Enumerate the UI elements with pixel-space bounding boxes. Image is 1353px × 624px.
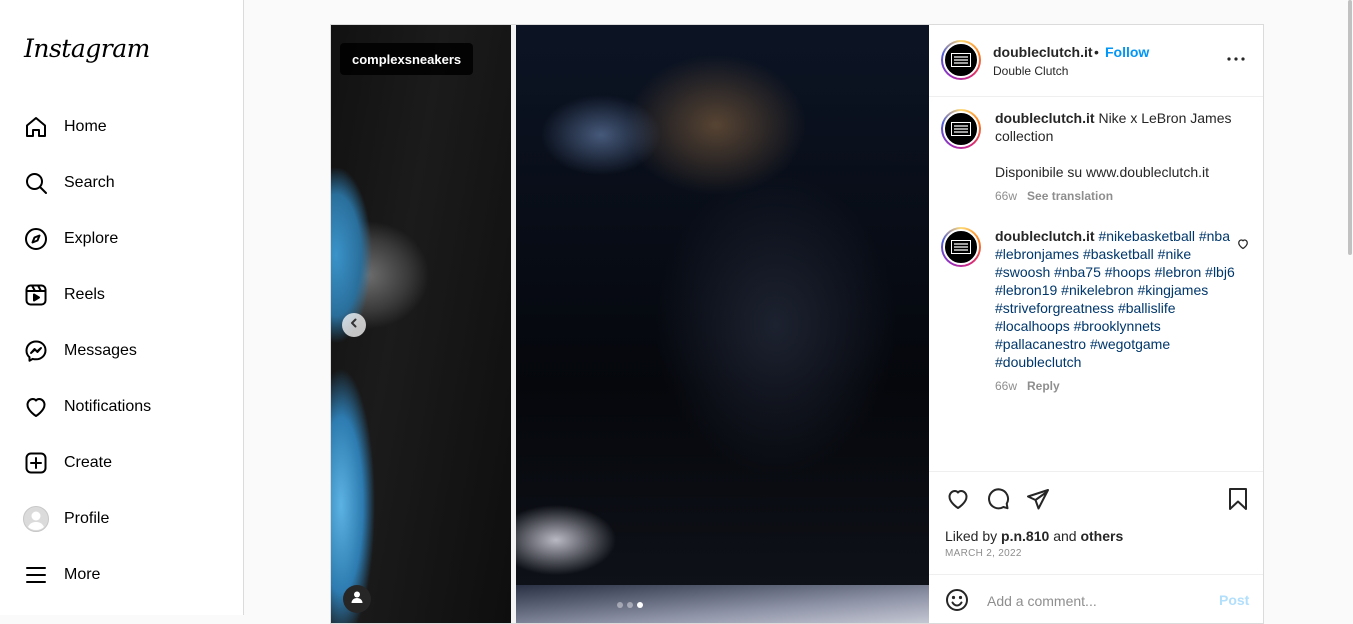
sidebar-item-explore[interactable]: Explore (0, 211, 243, 267)
comment-input[interactable] (985, 589, 1209, 613)
messenger-icon (23, 338, 49, 364)
author-subtitle[interactable]: Double Clutch (993, 64, 1068, 78)
avatar-logo (943, 111, 979, 147)
author-avatar[interactable] (941, 109, 981, 149)
likes-user[interactable]: p.n.810 (1001, 528, 1049, 544)
avatar-icon (23, 506, 49, 532)
share-icon[interactable] (1025, 486, 1051, 512)
image-floor-highlight (516, 585, 929, 623)
avatar-logo (943, 229, 979, 265)
page-scrollbar[interactable] (1347, 0, 1353, 615)
avatar-logo (943, 42, 979, 78)
reply-link[interactable]: Reply (1027, 379, 1060, 393)
sidebar-item-reels[interactable]: Reels (0, 267, 243, 323)
sidebar-item-label: Reels (64, 286, 105, 303)
post-modal: complexsneakers doubleclutch.it • Follow… (330, 24, 1264, 624)
sidebar-item-search[interactable]: Search (0, 155, 243, 211)
post-media-carousel[interactable]: complexsneakers (331, 25, 929, 623)
comments-list[interactable]: doubleclutch.it Nike x LeBron James coll… (929, 97, 1263, 471)
emoji-icon[interactable] (945, 588, 971, 614)
scrollbar-thumb[interactable] (1348, 0, 1352, 255)
comment-meta: 66w Reply (995, 377, 1235, 395)
carousel-dot (617, 602, 623, 608)
post-details-pane: doubleclutch.it • Follow Double Clutch d… (929, 25, 1263, 623)
sidebar-item-more[interactable]: More (0, 547, 243, 603)
menu-icon (23, 562, 49, 588)
comment-icon[interactable] (985, 486, 1011, 512)
comment-item: doubleclutch.it #nikebasketball #nba #le… (941, 227, 1251, 427)
save-bookmark-icon[interactable] (1225, 486, 1251, 512)
sidebar: Instagram Home Search Explore Reels Mess… (0, 0, 244, 615)
sidebar-item-messages[interactable]: Messages (0, 323, 243, 379)
add-comment-bar: Post (929, 574, 1263, 623)
caption-age: 66w (995, 189, 1018, 203)
post-image (516, 25, 929, 623)
comment-like-icon[interactable] (1237, 237, 1249, 255)
sidebar-item-home[interactable]: Home (0, 99, 243, 155)
likes-conj: and (1053, 528, 1077, 544)
carousel-previous-button[interactable] (342, 313, 366, 337)
sidebar-item-label: Messages (64, 342, 137, 359)
home-icon (23, 114, 49, 140)
post-actions: Liked by p.n.810 and others MARCH 2, 202… (929, 471, 1263, 623)
sidebar-item-notifications[interactable]: Notifications (0, 379, 243, 435)
user-icon (350, 590, 364, 609)
search-icon (23, 170, 49, 196)
sidebar-item-label: Explore (64, 230, 119, 247)
carousel-dot (627, 602, 633, 608)
caption-meta: 66w See translation (995, 187, 1235, 205)
see-translation-link[interactable]: See translation (1027, 189, 1113, 203)
sidebar-item-create[interactable]: Create (0, 435, 243, 491)
post-header: doubleclutch.it • Follow Double Clutch (929, 25, 1263, 97)
plus-square-icon (23, 450, 49, 476)
tagged-users-button[interactable] (343, 585, 371, 613)
caption-line2: Disponibile su www.doubleclutch.it (995, 164, 1209, 180)
sidebar-item-label: Search (64, 174, 115, 191)
likes-summary[interactable]: Liked by p.n.810 and others (945, 528, 1123, 544)
author-username[interactable]: doubleclutch.it (993, 44, 1093, 60)
separator-dot: • (1094, 44, 1099, 60)
comment-body: doubleclutch.it #nikebasketball #nba #le… (995, 227, 1235, 395)
caption-username[interactable]: doubleclutch.it (995, 110, 1095, 126)
likes-prefix: Liked by (945, 528, 998, 544)
sidebar-nav: Home Search Explore Reels Messages Notif… (0, 99, 243, 603)
reels-icon (23, 282, 49, 308)
caption-comment: doubleclutch.it Nike x LeBron James coll… (941, 109, 1251, 219)
commenter-avatar[interactable] (941, 227, 981, 267)
follow-button[interactable]: Follow (1105, 44, 1149, 60)
like-icon[interactable] (945, 486, 971, 512)
tagged-account-badge[interactable]: complexsneakers (340, 43, 474, 75)
chevron-left-icon (348, 316, 360, 334)
caption-body: doubleclutch.it Nike x LeBron James coll… (995, 109, 1235, 205)
carousel-indicator (617, 602, 643, 608)
compass-icon (23, 226, 49, 252)
sidebar-item-label: Create (64, 454, 113, 471)
post-date[interactable]: MARCH 2, 2022 (945, 548, 1022, 559)
sidebar-item-label: Home (64, 118, 107, 135)
comment-hashtags[interactable]: #nikebasketball #nba #lebronjames #baske… (995, 228, 1235, 370)
sidebar-item-profile[interactable]: Profile (0, 491, 243, 547)
heart-icon (23, 394, 49, 420)
post-comment-button[interactable]: Post (1219, 592, 1249, 608)
carousel-dot-active (637, 602, 643, 608)
sidebar-item-label: Profile (64, 510, 110, 527)
instagram-logo[interactable]: Instagram (24, 34, 150, 63)
comment-age: 66w (995, 379, 1018, 393)
likes-others[interactable]: others (1080, 528, 1123, 544)
sidebar-item-label: More (64, 566, 101, 583)
author-avatar[interactable] (941, 40, 981, 80)
sidebar-item-label: Notifications (64, 398, 152, 415)
comment-username[interactable]: doubleclutch.it (995, 228, 1095, 244)
more-options-icon[interactable] (1224, 47, 1248, 71)
